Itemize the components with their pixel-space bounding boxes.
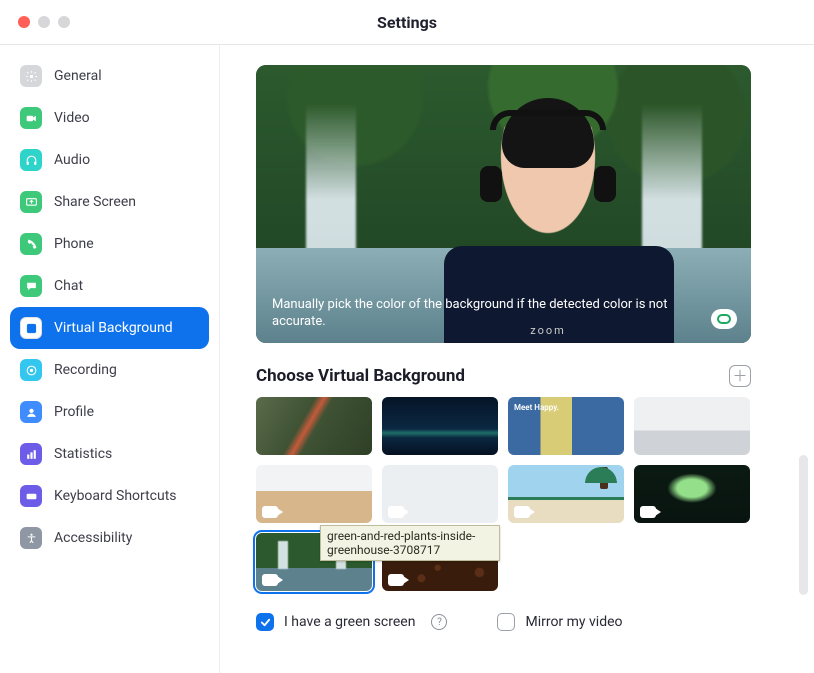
sidebar-item-label: Chat [54, 278, 83, 294]
sidebar-item-recording[interactable]: Recording [10, 349, 209, 391]
color-picker-button[interactable] [711, 309, 737, 329]
sidebar-item-label: General [54, 68, 102, 84]
video-icon [20, 107, 42, 129]
sidebar-item-label: Share Screen [54, 194, 136, 210]
sidebar-item-label: Accessibility [54, 530, 132, 546]
mirror-video-checkbox[interactable]: Mirror my video [497, 613, 622, 631]
sidebar-item-label: Virtual Background [54, 320, 173, 336]
bg-meet-happy[interactable] [508, 397, 624, 455]
sidebar-item-phone[interactable]: Phone [10, 223, 209, 265]
video-icon [262, 574, 278, 586]
sidebar-item-label: Keyboard Shortcuts [54, 488, 177, 504]
sidebar-item-statistics[interactable]: Statistics [10, 433, 209, 475]
green-screen-checkbox[interactable]: I have a green screen ? [256, 613, 447, 631]
video-icon [388, 506, 404, 518]
video-preview[interactable]: zoom Manually pick the color of the back… [256, 65, 751, 343]
bg-reception[interactable] [256, 465, 372, 523]
plus-icon: ＋ [732, 369, 747, 384]
video-icon [262, 506, 278, 518]
sidebar-item-share-screen[interactable]: Share Screen [10, 181, 209, 223]
sidebar-item-label: Profile [54, 404, 94, 420]
virtual-background-icon [20, 317, 42, 339]
sidebar-item-audio[interactable]: Audio [10, 139, 209, 181]
settings-main: zoom Manually pick the color of the back… [220, 45, 814, 673]
window-controls [18, 16, 70, 28]
section-title: Choose Virtual Background [256, 366, 465, 386]
statistics-icon [20, 443, 42, 465]
close-window-button[interactable] [18, 16, 30, 28]
keyboard-icon [20, 485, 42, 507]
headset-icon [490, 110, 606, 130]
bg-waterfall[interactable] [256, 533, 372, 591]
bg-aurora-mountains[interactable] [382, 397, 498, 455]
profile-icon [20, 401, 42, 423]
settings-sidebar: General Video Audio Share Screen Phone Chat Vi… [0, 45, 220, 673]
sidebar-item-keyboard-shortcuts[interactable]: Keyboard Shortcuts [10, 475, 209, 517]
sidebar-item-label: Statistics [54, 446, 112, 462]
sidebar-item-label: Audio [54, 152, 90, 168]
bg-coffee-beans[interactable] [382, 533, 498, 591]
sidebar-item-label: Phone [54, 236, 94, 252]
video-icon [514, 506, 530, 518]
accessibility-icon [20, 527, 42, 549]
sidebar-item-profile[interactable]: Profile [10, 391, 209, 433]
sidebar-item-chat[interactable]: Chat [10, 265, 209, 307]
video-icon [388, 574, 404, 586]
phone-icon [20, 233, 42, 255]
preview-caption: Manually pick the color of the backgroun… [256, 286, 751, 343]
background-grid [256, 397, 751, 591]
help-icon[interactable]: ? [431, 614, 447, 630]
bg-kitchen[interactable] [382, 465, 498, 523]
scrollbar[interactable] [799, 455, 808, 595]
bg-aurora-green[interactable] [634, 465, 750, 523]
maximize-window-button[interactable] [58, 16, 70, 28]
titlebar: Settings [0, 0, 814, 44]
sidebar-item-accessibility[interactable]: Accessibility [10, 517, 209, 559]
bg-beach[interactable] [508, 465, 624, 523]
chat-icon [20, 275, 42, 297]
share-screen-icon [20, 191, 42, 213]
sidebar-item-label: Recording [54, 362, 117, 378]
add-background-button[interactable]: ＋ [729, 365, 751, 387]
headphones-icon [20, 149, 42, 171]
bg-greenhouse[interactable] [256, 397, 372, 455]
recording-icon [20, 359, 42, 381]
green-screen-label: I have a green screen [284, 614, 415, 630]
gear-icon [20, 65, 42, 87]
window-title: Settings [377, 13, 437, 32]
sidebar-item-virtual-background[interactable]: Virtual Background [10, 307, 209, 349]
minimize-window-button[interactable] [38, 16, 50, 28]
bg-office-lounge[interactable] [634, 397, 750, 455]
sidebar-item-video[interactable]: Video [10, 97, 209, 139]
sidebar-item-general[interactable]: General [10, 55, 209, 97]
video-icon [640, 506, 656, 518]
mirror-video-label: Mirror my video [525, 614, 622, 630]
sidebar-item-label: Video [54, 110, 90, 126]
